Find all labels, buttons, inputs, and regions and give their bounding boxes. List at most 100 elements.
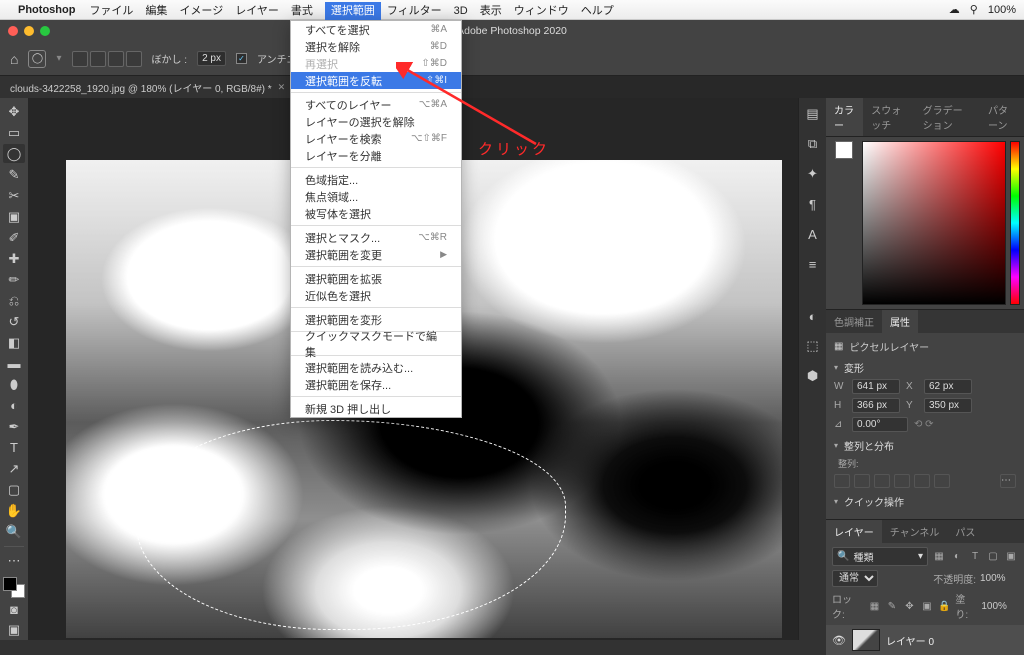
color-field[interactable]	[862, 141, 1006, 305]
menu-item[interactable]: 選択範囲を読み込む...	[291, 359, 461, 376]
heal-tool[interactable]: ✚	[3, 249, 25, 268]
panel-tab[interactable]: スウォッチ	[863, 98, 914, 136]
marquee-tool[interactable]: ▭	[3, 123, 25, 142]
hand-tool[interactable]: ✋	[3, 501, 25, 520]
dodge-tool[interactable]: ◐	[3, 396, 25, 415]
lock-art-icon[interactable]: ▣	[920, 599, 934, 613]
menu-item[interactable]: すべてを選択⌘A	[291, 21, 461, 38]
menu-item[interactable]: 被写体を選択	[291, 205, 461, 222]
edit-toolbar[interactable]: ⋯	[3, 552, 25, 571]
lock-all-icon[interactable]: 🔒	[938, 599, 952, 613]
menubar-item[interactable]: フィルター	[387, 5, 442, 17]
lock-trans-icon[interactable]: ▦	[868, 599, 882, 613]
filter-shape-icon[interactable]: ▢	[986, 550, 1000, 564]
history-brush-tool[interactable]: ↺	[3, 312, 25, 331]
align-buttons[interactable]: ⋯	[834, 474, 1016, 488]
menu-item[interactable]: 焦点領域...	[291, 188, 461, 205]
x-input[interactable]: 62 px	[924, 379, 972, 394]
dock-icon[interactable]: ◐	[803, 306, 823, 326]
menubar-item[interactable]: 書式	[291, 5, 313, 17]
quick-select-tool[interactable]: ✎	[3, 165, 25, 184]
app-name[interactable]: Photoshop	[18, 4, 75, 16]
antialias-checkbox[interactable]: ✓	[236, 53, 247, 64]
blur-tool[interactable]: ⬮	[3, 375, 25, 394]
dock-icon[interactable]: ✦	[803, 164, 823, 184]
menubar-item[interactable]: 選択範囲	[325, 2, 381, 20]
dock-icon[interactable]: A	[803, 224, 823, 244]
close-tab-icon[interactable]: ✕	[278, 82, 286, 93]
path-tool[interactable]: ↗	[3, 459, 25, 478]
layer-name[interactable]: レイヤー 0	[886, 633, 934, 648]
menu-item[interactable]: クイックマスクモードで編集	[291, 335, 461, 352]
menu-item[interactable]: 選択範囲を保存...	[291, 376, 461, 393]
move-tool[interactable]: ✥	[3, 102, 25, 121]
width-input[interactable]: 641 px	[852, 379, 900, 394]
selection-mode-buttons[interactable]	[72, 51, 142, 67]
eraser-tool[interactable]: ◧	[3, 333, 25, 352]
menubar-item[interactable]: レイヤー	[235, 5, 279, 17]
shape-tool[interactable]: ▢	[3, 480, 25, 499]
menu-item[interactable]: レイヤーを分離	[291, 147, 461, 164]
dock-icon[interactable]: ¶	[803, 194, 823, 214]
layer-row[interactable]: 👁 レイヤー 0	[826, 625, 1024, 655]
menu-item[interactable]: 選択範囲を反転⇧⌘I	[291, 72, 461, 89]
menubar-item[interactable]: ヘルプ	[581, 5, 614, 17]
visibility-icon[interactable]: 👁	[832, 634, 846, 647]
menubar-item[interactable]: 表示	[480, 5, 502, 17]
fgbg-swatch[interactable]	[3, 577, 25, 598]
hue-slider[interactable]	[1010, 141, 1020, 305]
active-tool-icon[interactable]: ◯	[28, 50, 46, 68]
menu-item[interactable]: 選択範囲を変更▶	[291, 246, 461, 263]
document-tab[interactable]: clouds-3422258_1920.jpg @ 180% (レイヤー 0, …	[0, 76, 296, 98]
transform-accordion[interactable]: 変形	[834, 360, 1016, 375]
pen-tool[interactable]: ✒	[3, 417, 25, 436]
menu-item[interactable]: レイヤーを検索⌥⇧⌘F	[291, 130, 461, 147]
filter-adjust-icon[interactable]: ◐	[950, 550, 964, 564]
align-accordion[interactable]: 整列と分布	[834, 438, 1016, 453]
minimize-icon[interactable]	[24, 26, 34, 36]
menu-item[interactable]: 新規 3D 押し出し	[291, 400, 461, 417]
dock-icon[interactable]: ▤	[803, 104, 823, 124]
panel-tab[interactable]: パス	[947, 520, 983, 543]
menu-item[interactable]: レイヤーの選択を解除	[291, 113, 461, 130]
panel-tab[interactable]: レイヤー	[826, 520, 882, 543]
filter-image-icon[interactable]: ▦	[932, 550, 946, 564]
panel-tab[interactable]: カラー	[826, 98, 863, 136]
crop-tool[interactable]: ✂	[3, 186, 25, 205]
feather-input[interactable]: 2 px	[197, 51, 226, 66]
opacity-input[interactable]: 100%	[980, 573, 1018, 584]
panel-tab[interactable]: チャンネル	[882, 520, 948, 543]
eyedropper-tool[interactable]: ✐	[3, 228, 25, 247]
color-panel[interactable]	[826, 137, 1024, 309]
screen-mode-icon[interactable]: ▣	[3, 621, 25, 640]
filter-type-icon[interactable]: T	[968, 550, 982, 564]
panel-tab[interactable]: グラデーション	[915, 98, 980, 136]
gradient-tool[interactable]: ▬	[3, 354, 25, 373]
brush-tool[interactable]: ✏	[3, 270, 25, 289]
menu-item[interactable]: 選択範囲を拡張	[291, 270, 461, 287]
panel-tab[interactable]: 属性	[882, 310, 918, 333]
fill-input[interactable]: 100%	[981, 601, 1018, 612]
dock-icon[interactable]: ≡	[803, 254, 823, 274]
menubar-item[interactable]: ファイル	[89, 5, 133, 17]
angle-input[interactable]: 0.00°	[852, 417, 908, 432]
menu-item[interactable]: 選択を解除⌘D	[291, 38, 461, 55]
menubar-item[interactable]: 編集	[145, 5, 167, 17]
menu-item[interactable]: 色域指定...	[291, 171, 461, 188]
type-tool[interactable]: T	[3, 438, 25, 457]
layer-thumbnail[interactable]	[852, 629, 880, 651]
height-input[interactable]: 366 px	[852, 398, 900, 413]
filter-smart-icon[interactable]: ▣	[1004, 550, 1018, 564]
home-icon[interactable]: ⌂	[10, 51, 18, 67]
lock-pos-icon[interactable]: ✥	[903, 599, 917, 613]
lock-paint-icon[interactable]: ✎	[885, 599, 899, 613]
panel-tab[interactable]: 色調補正	[826, 310, 882, 333]
menubar-item[interactable]: 3D	[454, 5, 468, 17]
menu-item[interactable]: 選択とマスク...⌥⌘R	[291, 229, 461, 246]
dock-icon[interactable]: ⬚	[803, 336, 823, 356]
quick-mask-icon[interactable]: ◙	[3, 600, 25, 619]
zoom-tool[interactable]: 🔍	[3, 522, 25, 541]
menubar-item[interactable]: ウィンドウ	[514, 5, 569, 17]
lasso-tool[interactable]: ◯	[3, 144, 25, 163]
menu-item[interactable]: すべてのレイヤー⌥⌘A	[291, 96, 461, 113]
